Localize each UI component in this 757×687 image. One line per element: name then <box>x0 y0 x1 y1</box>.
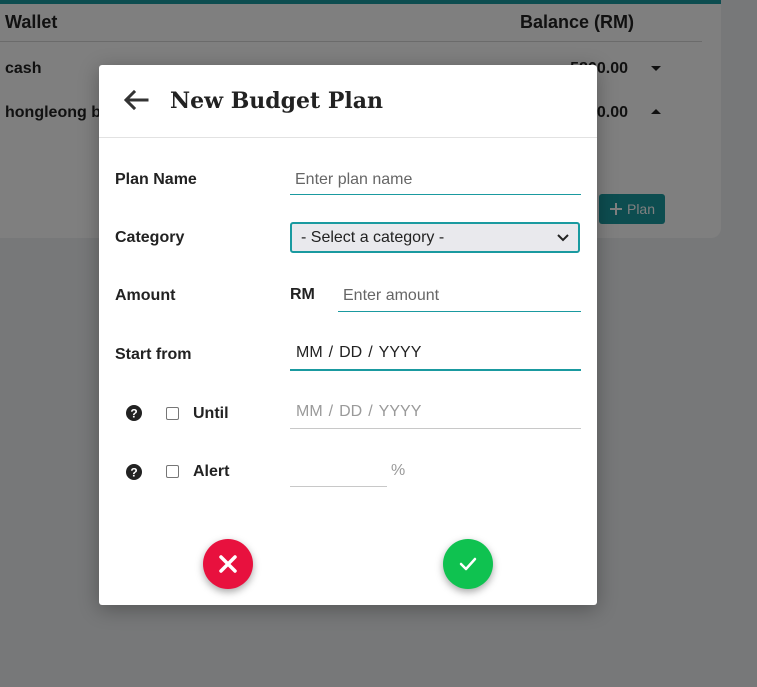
confirm-button[interactable] <box>443 539 493 589</box>
until-checkbox[interactable] <box>166 407 179 420</box>
percent-unit: % <box>391 462 406 479</box>
plan-name-input[interactable] <box>290 165 581 195</box>
date-separator: / <box>368 344 373 361</box>
close-icon <box>219 555 237 573</box>
check-icon <box>459 557 477 571</box>
month-segment: MM <box>296 402 323 420</box>
svg-text:?: ? <box>130 466 137 480</box>
start-date-input[interactable]: MM / DD / YYYY <box>290 337 581 371</box>
alert-label: Alert <box>193 463 230 480</box>
back-arrow-icon[interactable] <box>119 85 151 117</box>
day-segment: DD <box>339 344 363 361</box>
new-budget-plan-dialog: New Budget Plan Plan Name Category - Sel… <box>99 65 597 605</box>
date-separator: / <box>328 344 334 361</box>
alert-checkbox[interactable] <box>166 465 179 478</box>
category-label: Category <box>115 229 185 246</box>
cancel-button[interactable] <box>203 539 253 589</box>
chevron-down-icon <box>557 233 569 241</box>
day-segment: DD <box>339 402 363 420</box>
svg-text:?: ? <box>130 407 137 421</box>
date-separator: / <box>368 402 373 420</box>
start-from-label: Start from <box>115 346 192 363</box>
plan-name-label: Plan Name <box>115 171 197 188</box>
year-segment: YYYY <box>378 402 422 420</box>
year-segment: YYYY <box>378 344 422 361</box>
amount-input[interactable] <box>338 281 581 312</box>
dialog-title: New Budget Plan <box>170 88 384 114</box>
category-selected-value: - Select a category - <box>301 228 445 246</box>
until-label: Until <box>193 405 229 422</box>
category-select[interactable]: - Select a category - <box>290 222 580 253</box>
dialog-header: New Budget Plan <box>99 65 597 138</box>
currency-label: RM <box>290 286 315 303</box>
alert-percent-input[interactable] <box>290 455 387 487</box>
date-separator: / <box>328 402 334 420</box>
question-circle-icon[interactable]: ? <box>125 404 143 422</box>
amount-label: Amount <box>115 287 176 304</box>
until-date-input[interactable]: MM / DD / YYYY <box>290 395 581 429</box>
question-circle-icon[interactable]: ? <box>125 463 143 481</box>
month-segment: MM <box>296 344 323 361</box>
